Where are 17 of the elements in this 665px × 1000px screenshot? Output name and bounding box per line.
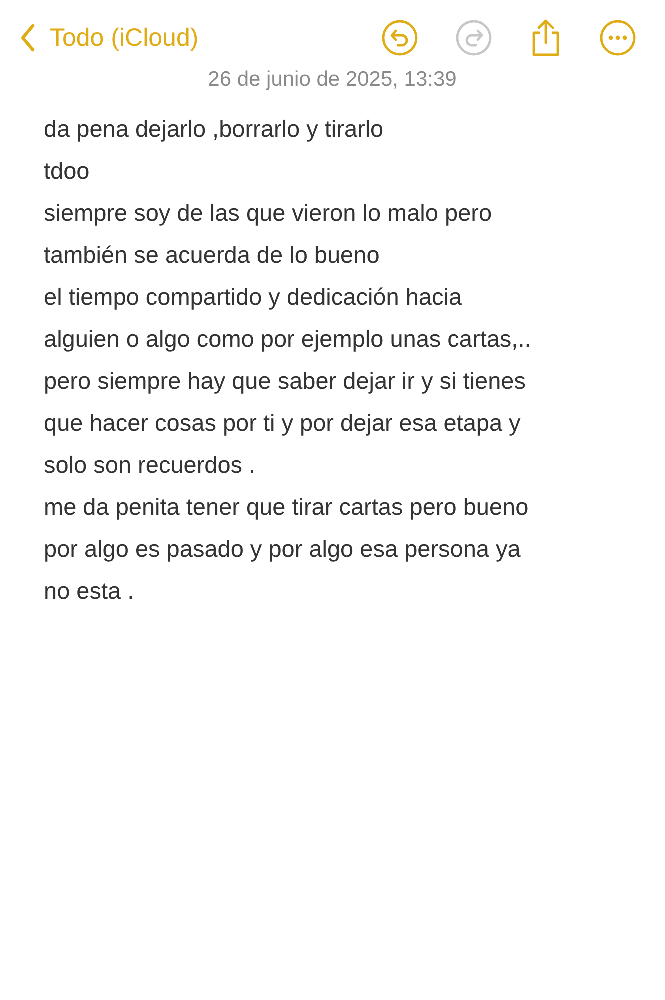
- note-text-line: por algo es pasado y por algo esa persona ya: [44, 535, 522, 564]
- note-text-line: siempre soy de las que vieron lo malo pero: [44, 199, 494, 228]
- note-text-line: solo son recuerdos .: [44, 451, 257, 480]
- note-text-line: da pena dejarlo ,borrarlo y tirarlo: [44, 115, 385, 144]
- note-text-line: también se acuerda de lo bueno: [44, 241, 381, 270]
- note-text-line: pero siempre hay que saber dejar ir y si tienes: [44, 367, 527, 396]
- undo-button[interactable]: [381, 19, 419, 57]
- back-button[interactable]: Todo (iCloud): [20, 23, 199, 53]
- note-text-line: me da penita tener que tirar cartas pero bueno: [44, 493, 530, 522]
- more-button[interactable]: [599, 19, 637, 57]
- note-text-line: el tiempo compartido y dedicación hacia: [44, 283, 464, 312]
- chevron-left-icon: [20, 23, 36, 53]
- note-text-line: no esta .: [44, 577, 136, 606]
- note-text-line: tdoo: [44, 157, 91, 186]
- note-text-line: que hacer cosas por ti y por dejar esa etapa y: [44, 409, 522, 438]
- note-text-line: alguien o algo como por ejemplo unas cartas,..: [44, 325, 532, 354]
- note-date: 26 de junio de 2025, 13:39: [207, 68, 458, 92]
